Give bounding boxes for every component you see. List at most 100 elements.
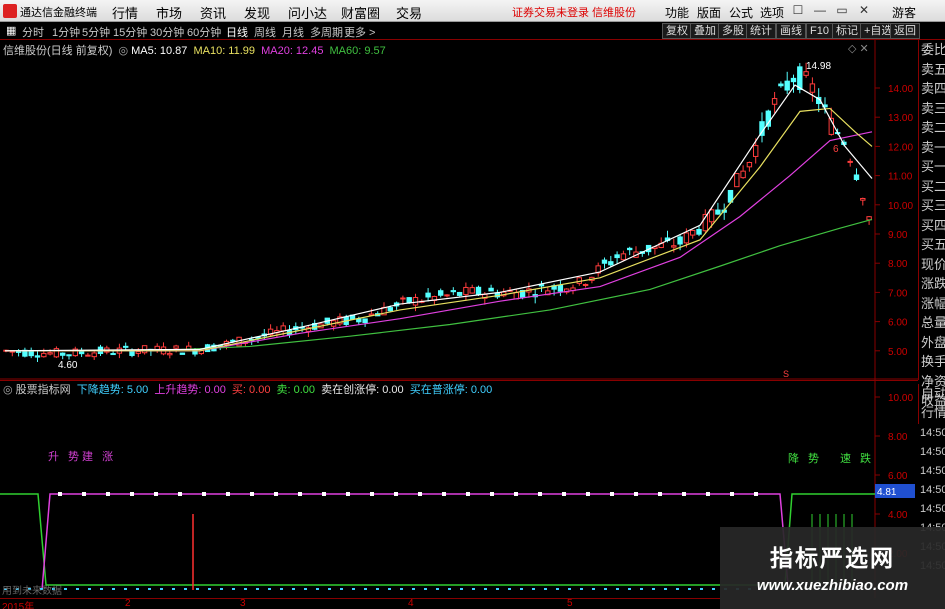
tick-time: 14:50 xyxy=(920,503,945,515)
side-panel-item[interactable]: 总量 xyxy=(919,313,945,333)
side-panel-item[interactable]: 委比 xyxy=(919,40,945,60)
candle-body xyxy=(438,290,444,296)
side-panel-item[interactable]: 买四 xyxy=(919,216,945,236)
maximize-icon[interactable]: ▭ xyxy=(834,3,850,18)
side-panel-item[interactable]: 外盘 xyxy=(919,333,945,353)
trend-marker xyxy=(658,492,662,496)
side-panel-item[interactable]: 买三 xyxy=(919,196,945,216)
baseline-dot xyxy=(676,588,679,590)
side-panel-item[interactable]: 涨跌 xyxy=(919,274,945,294)
login-notice[interactable]: 证券交易未登录 信维股份 xyxy=(512,4,636,20)
stats-button[interactable]: 统计 xyxy=(746,23,776,39)
baseline-dot xyxy=(160,588,163,590)
overlay-button[interactable]: 叠加 xyxy=(690,23,720,39)
menu-function[interactable]: 功能 xyxy=(665,4,689,21)
period-weekly[interactable]: 周线 xyxy=(254,24,276,40)
baseline-dot xyxy=(580,588,583,590)
tick-time: 14:50 xyxy=(920,465,945,477)
date-label: 5 xyxy=(567,598,573,609)
trend-marker xyxy=(682,492,686,496)
close-icon[interactable]: ✕ xyxy=(856,3,872,18)
price-tick-label: 9.00 xyxy=(888,230,908,241)
price-tick-label: 10.00 xyxy=(888,201,913,212)
side-panel-item[interactable]: 买一 xyxy=(919,157,945,177)
baseline-dot xyxy=(700,588,703,590)
candle-body xyxy=(444,294,450,297)
candle-body xyxy=(620,253,627,261)
side-panel-item[interactable]: 买二 xyxy=(919,177,945,197)
side-panel-item[interactable]: 卖五 xyxy=(919,60,945,80)
candle-body xyxy=(60,352,66,356)
guest-label[interactable]: 游客 xyxy=(892,4,916,21)
back-button[interactable]: 返回 xyxy=(890,23,920,39)
app-title: 通达信金融终端 xyxy=(20,7,97,19)
baseline-dot xyxy=(484,588,487,590)
ma10-label: MA10: 11.99 xyxy=(193,45,256,57)
period-1min[interactable]: 1分钟 xyxy=(52,24,80,40)
candle-body xyxy=(809,83,816,93)
baseline-dot xyxy=(388,588,391,590)
side-panel-item[interactable]: 买五 xyxy=(919,235,945,255)
side-panel-item[interactable]: 换手 xyxy=(919,352,945,372)
ma20-label: MA20: 12.45 xyxy=(261,45,324,57)
period-60min[interactable]: 60分钟 xyxy=(187,24,221,40)
side-panel-item[interactable]: 现价 xyxy=(919,255,945,275)
menu-news[interactable]: 资讯 xyxy=(200,3,226,22)
candle-body xyxy=(123,345,129,348)
side-panel-item[interactable]: 涨幅 xyxy=(919,294,945,314)
legend-buy-limit: 买在普涨停: 0.00 xyxy=(409,384,493,396)
menu-ask[interactable]: 问小达 xyxy=(288,3,327,22)
settings-circle-icon[interactable]: ◎ xyxy=(118,45,128,57)
candle-body xyxy=(608,261,614,266)
site-watermark: 指标严选网 www.xuezhibiao.com xyxy=(720,527,945,609)
period-monthly[interactable]: 月线 xyxy=(282,24,304,40)
period-multi[interactable]: 多周期 xyxy=(310,24,343,40)
candle-body xyxy=(85,354,91,357)
adjust-button[interactable]: 复权 xyxy=(662,23,692,39)
menu-discover[interactable]: 发现 xyxy=(244,3,270,22)
candlestick-chart[interactable]: 14.00 13.00 12.00 11.00 10.00 9.00 8.00 7.00 6.0… xyxy=(0,40,918,380)
menu-trade[interactable]: 交易 xyxy=(396,3,422,22)
indicator-settings-icon[interactable]: ◎ xyxy=(3,384,13,396)
main-legend: 信维股份(日线 前复权) ◎ MA5: 10.87 MA10: 11.99 MA… xyxy=(3,42,386,58)
side-panel-item[interactable]: 卖一 xyxy=(919,138,945,158)
menu-options[interactable]: 选项 xyxy=(760,4,784,21)
candle-body xyxy=(627,247,633,251)
trend-marker xyxy=(130,492,134,496)
menu-quotes[interactable]: 行情 xyxy=(112,3,138,22)
chart-window-controls[interactable]: ◇ ✕ xyxy=(848,42,869,55)
mark-button[interactable]: 标记 xyxy=(832,23,862,39)
baseline-dot xyxy=(220,588,223,590)
side-panel-item[interactable]: 卖二 xyxy=(919,118,945,138)
candle-body xyxy=(488,287,494,292)
f10-button[interactable]: F10 xyxy=(806,23,833,39)
trend-marker xyxy=(562,492,566,496)
side-panel-item[interactable]: 卖四 xyxy=(919,79,945,99)
top-menu-bar: 通达信金融终端 行情 市场 资讯 发现 问小达 财富圈 交易 证券交易未登录 信… xyxy=(0,0,945,22)
indicator-tick-label: 6.00 xyxy=(888,471,908,482)
candle-body xyxy=(860,197,866,201)
price-tick-label: 11.00 xyxy=(888,172,913,183)
baseline-dot xyxy=(124,588,127,590)
grid-icon[interactable]: ▦ xyxy=(6,24,16,37)
menu-market[interactable]: 市场 xyxy=(156,3,182,22)
period-5min[interactable]: 5分钟 xyxy=(82,24,110,40)
draw-line-button[interactable]: 画线 xyxy=(776,23,806,39)
baseline-dot xyxy=(604,588,607,590)
skin-icon[interactable]: ☐ xyxy=(790,3,806,18)
menu-layout[interactable]: 版面 xyxy=(697,4,721,21)
menu-formula[interactable]: 公式 xyxy=(729,4,753,21)
candle-body xyxy=(230,339,236,342)
side-panel-item[interactable]: 卖三 xyxy=(919,99,945,119)
period-15min[interactable]: 15分钟 xyxy=(113,24,147,40)
period-tick[interactable]: 分时 xyxy=(22,24,44,40)
menu-wealth[interactable]: 财富圈 xyxy=(341,3,380,22)
minimize-icon[interactable]: — xyxy=(812,3,828,18)
period-30min[interactable]: 30分钟 xyxy=(150,24,184,40)
period-daily[interactable]: 日线 xyxy=(226,24,248,40)
auto-panel-item[interactable]: 行情 xyxy=(919,403,945,422)
multi-stock-button[interactable]: 多股 xyxy=(718,23,748,39)
period-more[interactable]: 更多 > xyxy=(344,24,375,40)
auto-panel-item[interactable]: 自动 xyxy=(919,384,945,403)
candle-body xyxy=(425,292,431,298)
